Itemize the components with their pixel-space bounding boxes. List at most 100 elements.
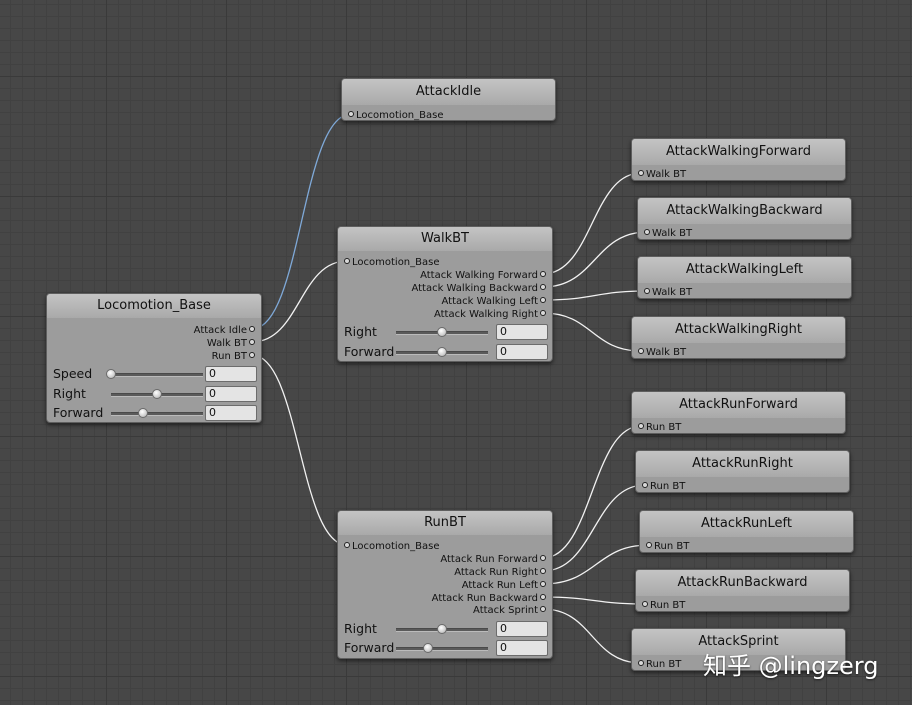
output-port-run-bt[interactable]: Run BT xyxy=(212,351,257,363)
port-dot-icon[interactable] xyxy=(540,271,546,277)
port-dot-icon[interactable] xyxy=(540,594,546,600)
port-dot-icon[interactable] xyxy=(540,284,546,290)
node-attack-walking-backward[interactable]: AttackWalkingBackward Walk BT xyxy=(637,197,852,240)
forward-value-field[interactable]: 0 xyxy=(205,405,257,421)
node-locomotion-base[interactable]: Locomotion_Base Attack Idle Walk BT Run … xyxy=(46,293,262,423)
right-slider[interactable] xyxy=(396,327,488,337)
input-port-run-bt[interactable]: Run BT xyxy=(636,422,681,434)
node-attack-walking-forward[interactable]: AttackWalkingForward Walk BT xyxy=(631,138,846,181)
output-port-attack-sprint[interactable]: Attack Sprint xyxy=(473,605,548,617)
node-title: AttackWalkingForward xyxy=(632,139,845,165)
forward-slider[interactable] xyxy=(396,347,488,357)
slider-thumb[interactable] xyxy=(152,389,162,399)
port-dot-icon[interactable] xyxy=(638,170,644,176)
port-dot-icon[interactable] xyxy=(642,601,648,607)
node-attack-run-right[interactable]: AttackRunRight Run BT xyxy=(635,450,850,493)
right-value-field[interactable]: 0 xyxy=(205,386,257,402)
slider-thumb[interactable] xyxy=(437,327,447,337)
node-attack-idle[interactable]: AttackIdle Locomotion_Base xyxy=(341,78,556,121)
right-slider[interactable] xyxy=(396,624,488,634)
port-dot-icon[interactable] xyxy=(638,423,644,429)
port-dot-icon[interactable] xyxy=(249,326,255,332)
slider-thumb[interactable] xyxy=(423,643,434,653)
slider-thumb[interactable] xyxy=(138,408,149,418)
param-row-forward: Forward 0 xyxy=(344,344,548,360)
port-dot-icon[interactable] xyxy=(249,352,255,358)
port-dot-icon[interactable] xyxy=(540,568,546,574)
node-attack-walking-right[interactable]: AttackWalkingRight Walk BT xyxy=(631,316,846,359)
port-dot-icon[interactable] xyxy=(540,310,546,316)
port-dot-icon[interactable] xyxy=(344,542,350,548)
node-attack-walking-left[interactable]: AttackWalkingLeft Walk BT xyxy=(637,256,852,299)
input-port-walk-bt[interactable]: Walk BT xyxy=(636,347,686,359)
output-port-attack-walking-left[interactable]: Attack Walking Left xyxy=(441,296,548,308)
input-port-walk-bt[interactable]: Walk BT xyxy=(642,228,692,240)
input-port-locomotion-base[interactable]: Locomotion_Base xyxy=(346,110,444,122)
input-port-run-bt[interactable]: Run BT xyxy=(640,481,685,493)
port-dot-icon[interactable] xyxy=(644,229,650,235)
node-run-bt[interactable]: RunBT Locomotion_Base Attack Run Forward… xyxy=(337,510,553,659)
port-dot-icon[interactable] xyxy=(249,339,255,345)
connection-wire-3 xyxy=(542,172,642,275)
slider-thumb[interactable] xyxy=(437,347,447,357)
input-port-locomotion-base[interactable]: Locomotion_Base xyxy=(342,541,440,553)
port-dot-icon[interactable] xyxy=(638,348,644,354)
input-port-locomotion-base[interactable]: Locomotion_Base xyxy=(342,257,440,269)
node-attack-run-forward[interactable]: AttackRunForward Run BT xyxy=(631,391,846,434)
node-title: RunBT xyxy=(338,511,552,535)
output-port-attack-run-right[interactable]: Attack Run Right xyxy=(454,567,548,579)
param-row-right: Right 0 xyxy=(53,386,257,402)
output-port-walk-bt[interactable]: Walk BT xyxy=(207,338,257,350)
connection-wire-10 xyxy=(542,596,646,605)
input-port-run-bt[interactable]: Run BT xyxy=(640,600,685,612)
output-port-attack-walking-forward[interactable]: Attack Walking Forward xyxy=(420,270,548,282)
connection-wire-11 xyxy=(542,608,642,664)
connection-wire-9 xyxy=(542,544,650,585)
node-graph-canvas[interactable]: Locomotion_Base Attack Idle Walk BT Run … xyxy=(0,0,912,705)
slider-thumb[interactable] xyxy=(437,624,447,634)
port-dot-icon[interactable] xyxy=(344,258,350,264)
right-slider[interactable] xyxy=(111,389,203,399)
input-port-run-bt[interactable]: Run BT xyxy=(636,659,681,671)
port-dot-icon[interactable] xyxy=(646,542,652,548)
connection-wire-2 xyxy=(251,354,348,546)
speed-value-field[interactable]: 0 xyxy=(205,366,257,382)
node-title: AttackRunForward xyxy=(632,392,845,418)
port-dot-icon[interactable] xyxy=(348,111,354,117)
right-value-field[interactable]: 0 xyxy=(496,324,548,340)
port-dot-icon[interactable] xyxy=(540,606,546,612)
port-dot-icon[interactable] xyxy=(540,581,546,587)
connection-wire-8 xyxy=(542,484,646,572)
port-dot-icon[interactable] xyxy=(644,288,650,294)
forward-slider[interactable] xyxy=(111,408,203,418)
node-attack-run-backward[interactable]: AttackRunBackward Run BT xyxy=(635,569,850,612)
right-value-field[interactable]: 0 xyxy=(496,621,548,637)
output-port-attack-run-left[interactable]: Attack Run Left xyxy=(462,580,548,592)
param-row-right: Right 0 xyxy=(344,621,548,637)
node-title: AttackIdle xyxy=(342,79,555,105)
output-port-attack-idle[interactable]: Attack Idle xyxy=(194,325,257,337)
port-dot-icon[interactable] xyxy=(540,297,546,303)
node-walk-bt[interactable]: WalkBT Locomotion_Base Attack Walking Fo… xyxy=(337,226,553,362)
connection-wire-1 xyxy=(251,260,348,343)
param-row-forward: Forward 0 xyxy=(53,405,257,421)
output-port-attack-walking-right[interactable]: Attack Walking Right xyxy=(434,309,548,321)
slider-thumb[interactable] xyxy=(106,369,116,379)
input-port-run-bt[interactable]: Run BT xyxy=(644,541,689,553)
output-port-attack-run-backward[interactable]: Attack Run Backward xyxy=(432,593,548,605)
output-port-attack-walking-backward[interactable]: Attack Walking Backward xyxy=(411,283,548,295)
connection-wire-6 xyxy=(542,312,642,352)
forward-value-field[interactable]: 0 xyxy=(496,640,548,656)
node-title: Locomotion_Base xyxy=(47,294,261,318)
node-attack-run-left[interactable]: AttackRunLeft Run BT xyxy=(639,510,854,553)
forward-value-field[interactable]: 0 xyxy=(496,344,548,360)
port-dot-icon[interactable] xyxy=(540,555,546,561)
input-port-walk-bt[interactable]: Walk BT xyxy=(636,169,686,181)
output-port-attack-run-forward[interactable]: Attack Run Forward xyxy=(440,554,548,566)
port-dot-icon[interactable] xyxy=(638,660,644,666)
node-title: AttackWalkingRight xyxy=(632,317,845,343)
input-port-walk-bt[interactable]: Walk BT xyxy=(642,287,692,299)
speed-slider[interactable] xyxy=(106,369,203,379)
port-dot-icon[interactable] xyxy=(642,482,648,488)
forward-slider[interactable] xyxy=(396,643,488,653)
